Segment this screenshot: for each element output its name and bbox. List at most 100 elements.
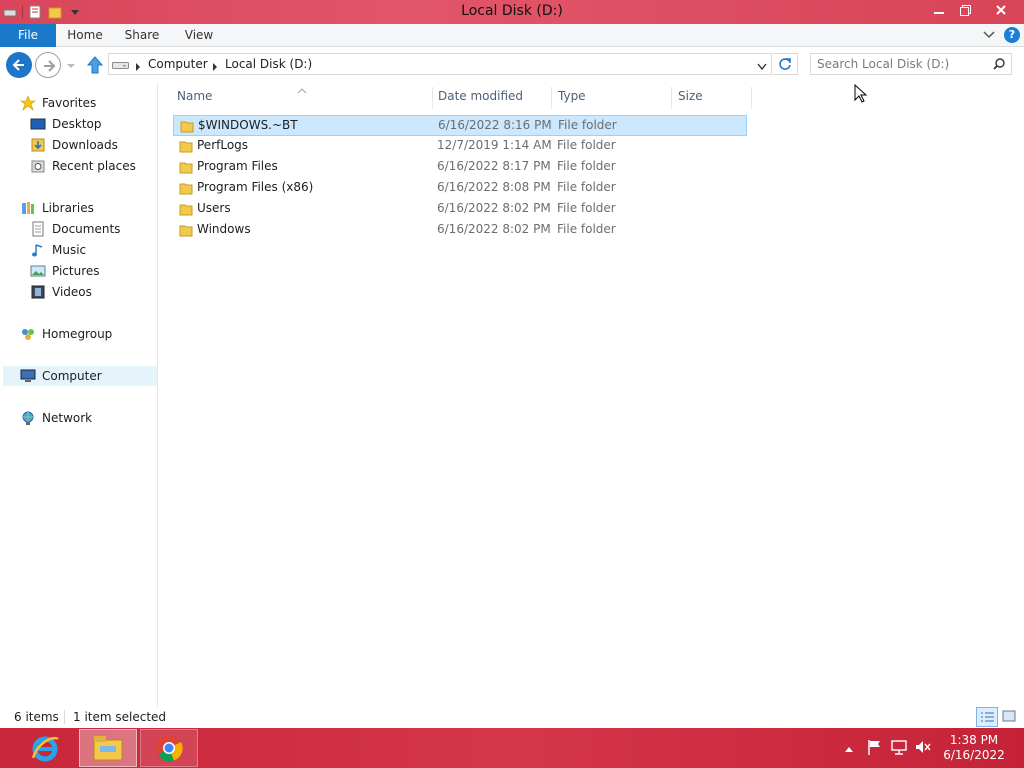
nav-label: Homegroup [42,327,113,341]
address-dropdown-icon[interactable] [757,60,767,74]
nav-label: Libraries [42,201,94,215]
nav-label: Downloads [52,138,118,152]
back-button[interactable] [6,52,32,78]
nav-favorites[interactable]: Favorites [20,93,96,113]
folder-icon [179,160,193,174]
star-icon [20,95,36,111]
column-header-size[interactable]: Size [672,87,752,109]
help-icon[interactable]: ? [1004,27,1020,43]
breadcrumb-computer[interactable]: Computer [148,57,208,71]
large-icons-view-button[interactable] [999,707,1021,727]
mouse-cursor-icon [854,83,868,107]
ribbon: File Home Share View ? [0,24,1024,47]
network-status-icon[interactable] [890,738,908,758]
file-type: File folder [558,118,617,132]
search-input[interactable] [817,56,987,72]
file-type: File folder [557,159,616,173]
volume-muted-icon[interactable] [914,738,932,758]
show-hidden-icons-icon[interactable] [844,742,854,762]
nav-network[interactable]: Network [20,408,92,428]
clock-date: 6/16/2022 [943,748,1005,762]
pictures-icon [30,263,46,279]
drive-icon [112,59,130,69]
close-button[interactable] [978,0,1024,20]
folder-icon [179,223,193,237]
nav-label: Favorites [42,96,97,110]
tab-view[interactable]: View [176,24,222,47]
downloads-icon [30,137,46,153]
folder-icon [179,202,193,216]
nav-music[interactable]: Music [30,240,86,260]
internet-explorer-icon[interactable] [16,729,74,767]
nav-label: Desktop [52,117,102,131]
tab-share[interactable]: Share [118,24,166,47]
file-type: File folder [557,138,616,152]
breadcrumb-arrow-icon[interactable] [135,60,141,71]
column-header-type[interactable]: Type [552,87,672,109]
network-icon [20,410,36,426]
nav-homegroup[interactable]: Homegroup [20,324,112,344]
folder-icon [180,119,194,133]
status-divider [64,710,65,724]
nav-recent-places[interactable]: Recent places [30,156,136,176]
file-explorer-icon[interactable] [79,729,137,767]
nav-label: Videos [52,285,92,299]
file-list: Name Date modified Type Size $WINDOWS.~B… [159,83,1024,707]
file-row[interactable]: Users 6/16/2022 8:02 PM File folder [173,199,747,220]
nav-desktop[interactable]: Desktop [30,114,102,134]
breadcrumb-arrow-icon[interactable] [212,60,218,71]
nav-pictures[interactable]: Pictures [30,261,100,281]
nav-libraries[interactable]: Libraries [20,198,94,218]
libraries-icon [20,200,36,216]
status-bar: 6 items 1 item selected [0,707,1024,728]
nav-computer[interactable]: Computer [3,366,157,386]
action-center-flag-icon[interactable] [866,738,882,758]
file-type: File folder [557,201,616,215]
window-controls [926,0,1024,22]
nav-videos[interactable]: Videos [30,282,92,302]
item-count: 6 items [14,710,59,724]
restore-button[interactable] [952,0,978,20]
up-button[interactable] [86,55,104,75]
column-header-name[interactable]: Name [171,87,433,109]
column-header-date-modified[interactable]: Date modified [432,87,552,109]
chrome-icon[interactable] [140,729,198,767]
selection-count: 1 item selected [73,710,167,724]
details-view-button[interactable] [976,707,998,727]
system-clock[interactable]: 1:38 PM 6/16/2022 [936,733,1012,763]
file-row[interactable]: PerfLogs 12/7/2019 1:14 AM File folder [173,136,747,157]
file-name: PerfLogs [197,138,249,152]
tab-file[interactable]: File [0,24,56,47]
file-date: 6/16/2022 8:17 PM [437,159,551,173]
nav-downloads[interactable]: Downloads [30,135,118,155]
taskbar: 1:38 PM 6/16/2022 [0,728,1024,768]
file-row[interactable]: Program Files 6/16/2022 8:17 PM File fol… [173,157,747,178]
file-date: 6/16/2022 8:08 PM [437,180,551,194]
forward-button[interactable] [35,52,61,78]
nav-label: Pictures [52,264,100,278]
documents-icon [30,221,46,237]
file-row[interactable]: $WINDOWS.~BT 6/16/2022 8:16 PM File fold… [173,115,747,136]
file-row[interactable]: Program Files (x86) 6/16/2022 8:08 PM Fi… [173,178,747,199]
file-name: Users [197,201,231,215]
breadcrumb-local-disk[interactable]: Local Disk (D:) [225,57,312,71]
videos-icon [30,284,46,300]
address-bar[interactable]: Computer Local Disk (D:) [108,53,772,75]
file-type: File folder [557,180,616,194]
refresh-button[interactable] [773,53,798,75]
tab-home[interactable]: Home [62,24,108,47]
file-name: Program Files [197,159,278,173]
file-row[interactable]: Windows 6/16/2022 8:02 PM File folder [173,220,747,241]
file-date: 6/16/2022 8:16 PM [438,118,552,132]
nav-label: Network [42,411,93,425]
search-icon[interactable] [993,58,1005,73]
expand-ribbon-icon[interactable] [982,28,996,42]
title-bar: Local Disk (D:) [0,0,1024,24]
nav-label: Recent places [52,159,136,173]
nav-label: Music [52,243,87,257]
nav-documents[interactable]: Documents [30,219,120,239]
search-box[interactable] [810,53,1012,75]
recent-locations-icon[interactable] [66,60,76,70]
file-date: 6/16/2022 8:02 PM [437,222,551,236]
minimize-button[interactable] [926,0,952,20]
